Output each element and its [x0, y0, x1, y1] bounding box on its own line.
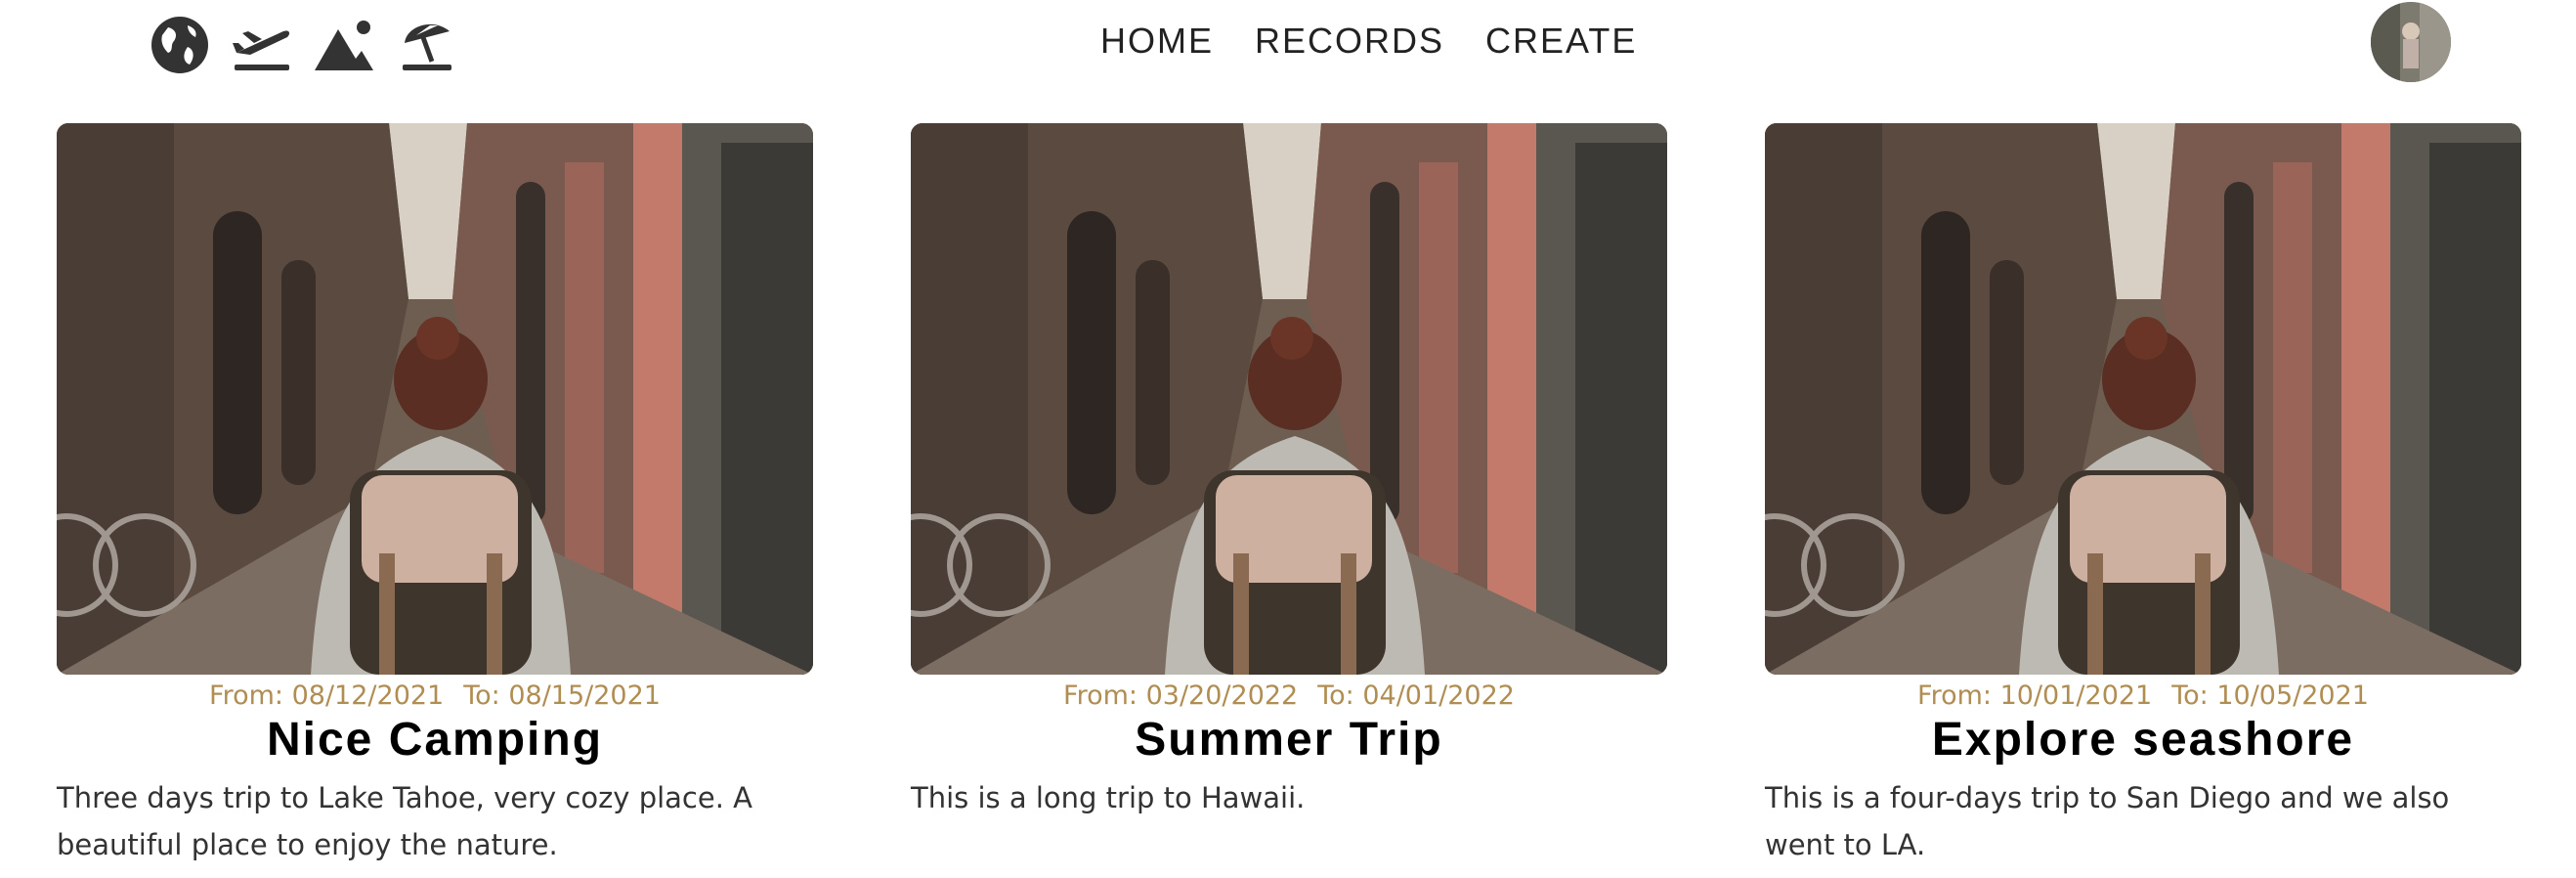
trip-dates: From: 08/12/2021 To: 08/15/2021: [57, 679, 813, 714]
user-avatar[interactable]: [2371, 2, 2451, 82]
trip-description: This is a long trip to Hawaii.: [911, 781, 1306, 814]
trip-title: Explore seashore: [1931, 714, 2355, 766]
top-navbar: HOME RECORDS CREATE: [0, 0, 2576, 88]
nav-records-link[interactable]: RECORDS: [1255, 14, 1444, 68]
nav-home-link[interactable]: HOME: [1100, 14, 1214, 68]
date-from: From: 03/20/2022: [1063, 680, 1299, 711]
trip-title: Summer Trip: [1135, 714, 1443, 766]
main-nav: HOME RECORDS CREATE: [1100, 14, 1637, 68]
trip-dates: From: 10/01/2021 To: 10/05/2021: [1765, 679, 2521, 714]
records-list: From: 08/12/2021 To: 08/15/2021 Nice Camp…: [57, 123, 2521, 868]
record-card[interactable]: From: 08/12/2021 To: 08/15/2021 Nice Camp…: [57, 123, 813, 868]
trip-description: Three days trip to Lake Tahoe, very cozy…: [57, 781, 752, 861]
nav-create-link[interactable]: CREATE: [1485, 14, 1637, 68]
record-card[interactable]: From: 10/01/2021 To: 10/05/2021 Explore s…: [1765, 123, 2521, 868]
date-from: From: 10/01/2021: [1917, 680, 2153, 711]
trip-description: This is a four-days trip to San Diego an…: [1765, 781, 2450, 861]
date-to: To: 10/05/2021: [2171, 680, 2369, 711]
trip-dates: From: 03/20/2022 To: 04/01/2022: [911, 679, 1667, 714]
date-from: From: 08/12/2021: [209, 680, 445, 711]
trip-photo[interactable]: [1765, 123, 2521, 675]
plane-departure-icon[interactable]: [231, 14, 293, 76]
mountain-icon[interactable]: [313, 14, 375, 76]
trip-photo[interactable]: [57, 123, 813, 675]
trip-photo[interactable]: [911, 123, 1667, 675]
record-card[interactable]: From: 03/20/2022 To: 04/01/2022 Summer Tr…: [911, 123, 1667, 868]
globe-icon[interactable]: [149, 14, 211, 76]
date-to: To: 08/15/2021: [463, 680, 661, 711]
date-to: To: 04/01/2022: [1317, 680, 1515, 711]
category-icons: [149, 14, 457, 76]
beach-umbrella-icon[interactable]: [395, 14, 457, 76]
trip-title: Nice Camping: [266, 714, 604, 766]
